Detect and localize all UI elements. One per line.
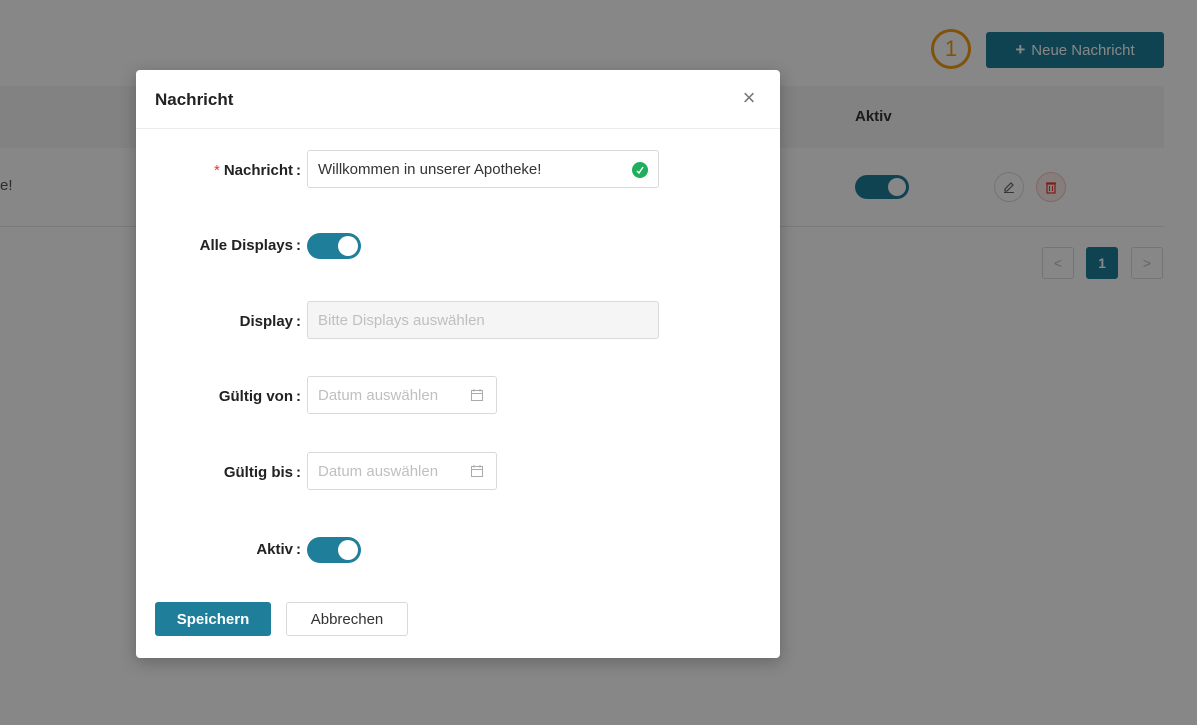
display-placeholder: Bitte Displays auswählen xyxy=(318,311,485,329)
label-alle-displays: Alle Displays: xyxy=(199,237,301,254)
display-select[interactable]: Bitte Displays auswählen xyxy=(307,301,659,339)
label-gueltig-bis: Gültig bis: xyxy=(223,464,301,481)
dialog-title: Nachricht xyxy=(155,90,234,109)
aktiv-toggle[interactable] xyxy=(307,537,361,563)
gueltig-von-placeholder: Datum auswählen xyxy=(318,386,439,404)
label-nachricht: * Nachricht: xyxy=(213,162,301,179)
label-gueltig-von: Gültig von: xyxy=(218,388,301,405)
label-display: Display: xyxy=(239,313,301,330)
gueltig-von-datepicker[interactable]: Datum auswählen xyxy=(307,376,497,414)
calendar-icon xyxy=(471,465,483,477)
nachricht-input[interactable]: Willkommen in unserer Apotheke! xyxy=(307,150,659,188)
dialog-header: Nachricht × xyxy=(136,70,780,129)
calendar-icon xyxy=(471,389,483,401)
alle-displays-toggle[interactable] xyxy=(307,233,361,259)
nachricht-value: Willkommen in unserer Apotheke! xyxy=(318,160,542,178)
required-marker: * xyxy=(213,162,220,179)
gueltig-bis-placeholder: Datum auswählen xyxy=(318,462,439,480)
gueltig-bis-datepicker[interactable]: Datum auswählen xyxy=(307,452,497,490)
close-icon[interactable]: × xyxy=(739,87,759,109)
grammar-check-icon[interactable] xyxy=(632,162,648,178)
save-button[interactable]: Speichern xyxy=(155,602,271,636)
message-dialog: Nachricht × * Nachricht: Willkommen in un… xyxy=(136,70,780,658)
cancel-button[interactable]: Abbrechen xyxy=(286,602,408,636)
label-aktiv: Aktiv: xyxy=(256,541,301,558)
